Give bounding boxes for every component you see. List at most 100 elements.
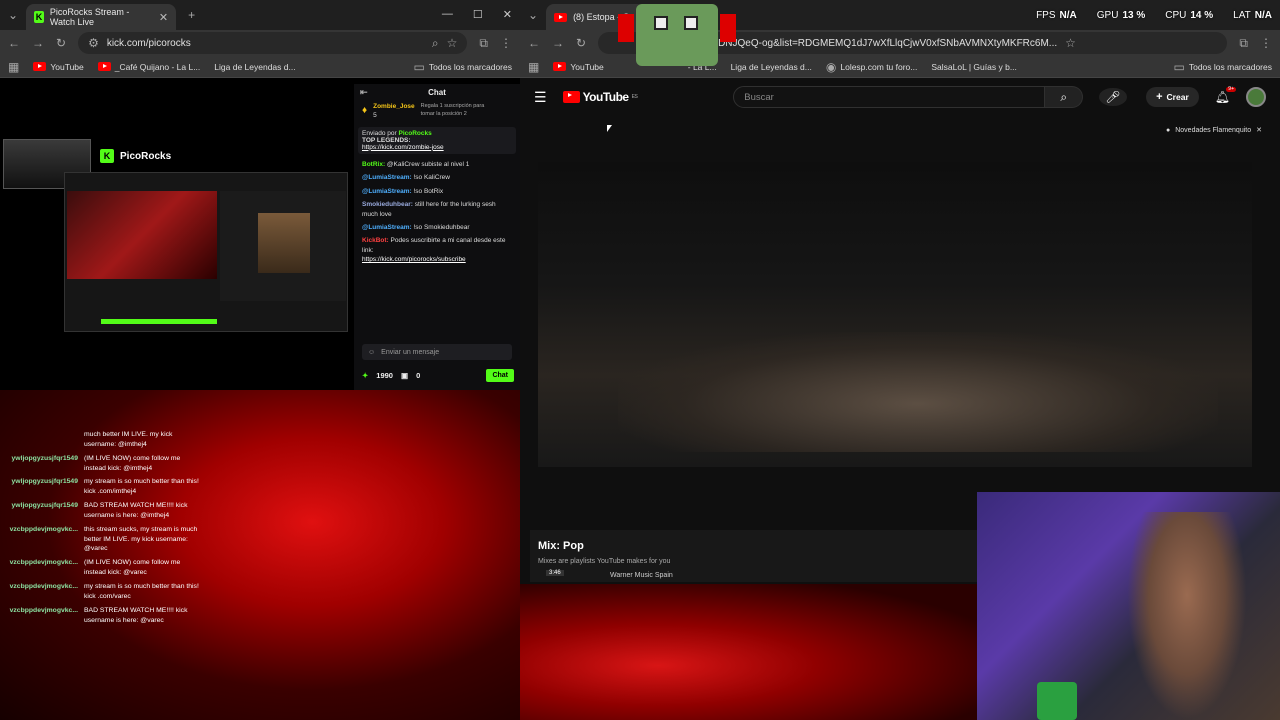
star-icon[interactable]: ☆ bbox=[1065, 37, 1076, 49]
notifications-icon[interactable]: 🔔︎ 9+ bbox=[1215, 87, 1236, 103]
chat-input[interactable]: ☺ Enviar un mensaje bbox=[362, 344, 512, 360]
chat-send-button[interactable]: Chat bbox=[486, 368, 514, 382]
top-gifter: ♦ Zombie_Jose 5 Regala 1 suscripción para… bbox=[362, 103, 485, 120]
bookmark-liga[interactable]: Liga de Leyendas d... bbox=[731, 62, 812, 72]
chat-message: Smokieduhbear: still here for the lurkin… bbox=[362, 201, 496, 218]
youtube-header: ☰ YouTube ES Buscar ⌕ 🎤︎ + Crear 🔔︎ 9+ bbox=[520, 78, 1280, 116]
kick-favicon-icon: K bbox=[34, 11, 44, 23]
channel-icon: ● bbox=[1166, 126, 1171, 134]
second-webcam bbox=[977, 492, 1280, 720]
forward-icon[interactable]: → bbox=[552, 37, 564, 49]
reload-icon[interactable]: ↻ bbox=[56, 37, 66, 49]
lat-stat: LAT N/A bbox=[1233, 10, 1272, 21]
channel-name: PicoRocks bbox=[120, 150, 172, 162]
hamburger-menu-icon[interactable]: ☰ bbox=[534, 90, 547, 104]
user-avatar[interactable] bbox=[1246, 87, 1266, 107]
url-field[interactable]: ⚙ kick.com/picorocks ⌕ ☆ bbox=[78, 32, 468, 54]
bookmark-liga[interactable]: Liga de Leyendas d... bbox=[214, 62, 295, 72]
youtube-search-input[interactable]: Buscar bbox=[733, 86, 1046, 108]
bookmark-youtube[interactable]: YouTube bbox=[33, 62, 84, 72]
tab-title: PicoRocks Stream - Watch Live bbox=[49, 7, 130, 27]
pinned-link[interactable]: https://kick.com/zombie-jose bbox=[362, 144, 444, 151]
plus-icon: + bbox=[1156, 91, 1163, 103]
subscribe-link[interactable]: https://kick.com/picorocks/subscribe bbox=[362, 256, 466, 263]
tab-search-icon[interactable]: ⌄ bbox=[8, 9, 18, 21]
mix-title: Mix: Pop bbox=[538, 540, 584, 552]
url-text: kick.com/picorocks bbox=[106, 37, 191, 49]
folder-icon: ▭ bbox=[413, 59, 425, 74]
back-icon[interactable]: ← bbox=[8, 37, 20, 49]
mouse-cursor-icon bbox=[607, 125, 612, 132]
overlay-chat-message: vzcbppdevjmogvkc... (IM LIVE NOW) come fo… bbox=[9, 559, 181, 577]
back-icon[interactable]: ← bbox=[528, 37, 540, 49]
chat-message: KickBot: Podes suscribirte a mi canal de… bbox=[362, 237, 506, 264]
close-notice-icon[interactable]: ✕ bbox=[1256, 126, 1262, 134]
star-icon[interactable]: ☆ bbox=[447, 37, 458, 49]
webcam-can bbox=[1037, 682, 1077, 720]
mix-item-channel[interactable]: Warner Music Spain bbox=[610, 572, 673, 579]
mix-playlist-card[interactable]: Mix: Pop Mixes are playlists YouTube mak… bbox=[530, 530, 980, 582]
overlay-chat-message: vzcbppdevjmogvkc... my stream is so much … bbox=[9, 582, 199, 600]
left-active-tab[interactable]: K PicoRocks Stream - Watch Live ✕ bbox=[26, 4, 177, 30]
apps-icon[interactable]: ▦ bbox=[8, 61, 19, 73]
collapse-chat-icon[interactable]: ⇤ bbox=[360, 87, 368, 97]
all-bookmarks[interactable]: ▭ Todos los marcadores bbox=[1174, 61, 1273, 73]
apps-icon[interactable]: ▦ bbox=[528, 61, 539, 73]
menu-icon[interactable]: ⋮ bbox=[500, 37, 512, 49]
kick-logo-icon: K bbox=[100, 149, 114, 163]
gift-icon[interactable]: ▣ bbox=[401, 371, 408, 380]
maximize-icon[interactable]: ☐ bbox=[473, 8, 483, 21]
menu-icon[interactable]: ⋮ bbox=[1260, 37, 1272, 49]
bookmark-youtube[interactable]: YouTube bbox=[553, 62, 604, 72]
points-count: 1990 bbox=[376, 370, 393, 380]
all-bookmarks[interactable]: ▭ Todos los marcadores bbox=[414, 61, 513, 73]
pixel-monster-overlay bbox=[618, 0, 736, 70]
close-tab-icon[interactable]: ✕ bbox=[159, 11, 168, 24]
emote-icon[interactable]: ☺ bbox=[368, 349, 375, 356]
microphone-icon[interactable]: 🎤︎ bbox=[1099, 88, 1127, 106]
overlay-chat-message: vzcbppdevjmogvkc... BAD STREAM WATCH ME!!… bbox=[9, 606, 188, 624]
url-text: DNJQeQ-og&list=RDGMEMQ1dJ7wXfLlqCjwV0xfS… bbox=[718, 37, 1058, 49]
points-icon[interactable]: ✦ bbox=[362, 371, 368, 380]
search-button[interactable]: ⌕ bbox=[1045, 86, 1084, 108]
search-icon: ⌕ bbox=[1060, 89, 1068, 104]
chat-message: @LumiaStream: !so Smokieduhbear bbox=[362, 223, 470, 231]
webcam-person bbox=[1127, 512, 1247, 720]
mix-item-duration: 3:46 bbox=[546, 570, 564, 576]
zoom-icon[interactable]: ⌕ bbox=[432, 37, 439, 49]
kick-chat-panel: ⇤ Chat ♦ Zombie_Jose 5 Regala 1 suscripci… bbox=[354, 84, 520, 390]
globe-icon: ◉ bbox=[825, 59, 837, 74]
chat-footer: ✦ 1990 ▣ 0 Chat bbox=[362, 367, 514, 383]
preview-progress-bar bbox=[101, 319, 217, 324]
stream-background-art bbox=[520, 584, 980, 720]
forward-icon[interactable]: → bbox=[32, 37, 44, 49]
youtube-logo[interactable]: YouTube ES bbox=[562, 90, 638, 104]
youtube-logo-icon bbox=[562, 91, 580, 103]
bookmark-salsalol[interactable]: SalsaLoL | Guías y b... bbox=[931, 62, 1017, 72]
new-tab-icon[interactable]: + bbox=[188, 9, 195, 21]
youtube-icon bbox=[553, 62, 567, 71]
left-bookmarks-bar: ▦ YouTube _Café Quijano - La L... Liga d… bbox=[0, 56, 520, 78]
folder-icon: ▭ bbox=[1173, 59, 1185, 74]
preview-video-thumb bbox=[67, 191, 217, 279]
extensions-icon[interactable]: ⧉ bbox=[479, 37, 488, 49]
screen-share-preview bbox=[64, 172, 348, 332]
reload-icon[interactable]: ↻ bbox=[576, 37, 586, 49]
video-frame bbox=[618, 332, 1218, 452]
left-browser-window: ⌄ K PicoRocks Stream - Watch Live ✕ + — … bbox=[0, 0, 520, 78]
minimize-icon[interactable]: — bbox=[442, 8, 453, 21]
youtube-favicon-icon bbox=[554, 12, 568, 22]
create-button[interactable]: + Crear bbox=[1146, 87, 1199, 107]
preview-music-panel bbox=[220, 191, 346, 301]
chat-title: Chat bbox=[428, 87, 446, 97]
bookmark-lolesp[interactable]: ◉ Lolesp.com tu foro... bbox=[826, 61, 918, 73]
chat-message: @LumiaStream: !so BotRix bbox=[362, 187, 444, 195]
bookmark-cafe[interactable]: _Café Quijano - La L... bbox=[97, 62, 200, 72]
extensions-icon[interactable]: ⧉ bbox=[1239, 37, 1248, 49]
tab-search-icon[interactable]: ⌄ bbox=[528, 9, 538, 21]
video-player[interactable] bbox=[538, 162, 1252, 467]
site-info-icon[interactable]: ⚙ bbox=[88, 37, 99, 49]
cpu-stat: CPU 14 % bbox=[1165, 10, 1214, 21]
close-window-icon[interactable]: ✕ bbox=[503, 8, 512, 21]
left-address-bar: ← → ↻ ⚙ kick.com/picorocks ⌕ ☆ ⧉ ⋮ bbox=[0, 30, 520, 56]
